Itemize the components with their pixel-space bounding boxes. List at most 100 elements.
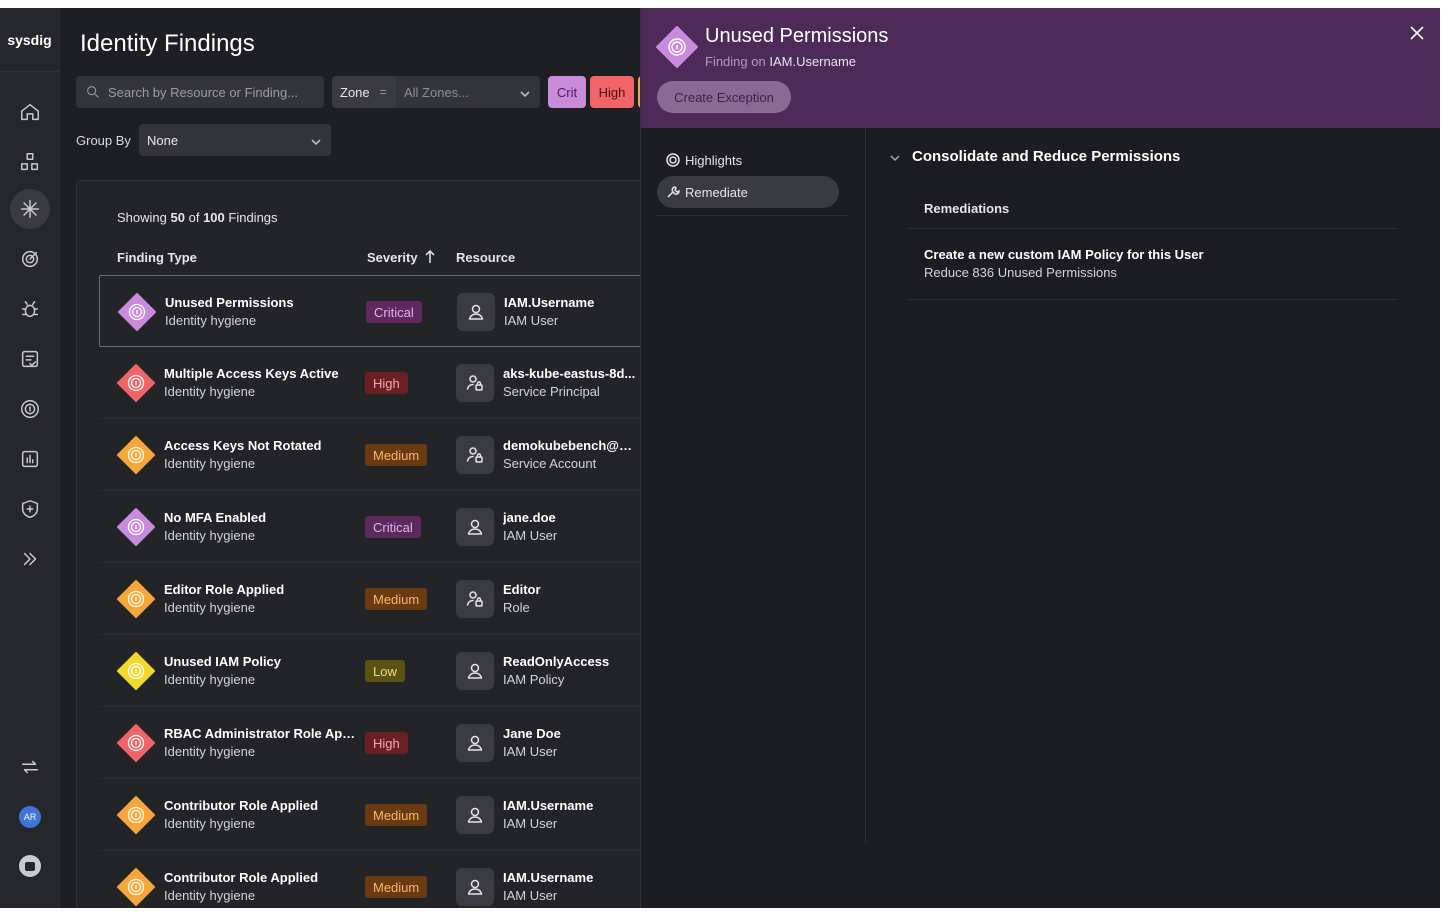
chevron-down-icon[interactable]	[889, 151, 901, 163]
group-by-value: None	[147, 132, 179, 148]
resource-type: IAM User	[503, 528, 558, 543]
resource-type: IAM User	[503, 744, 558, 759]
nav-target-icon[interactable]	[10, 239, 50, 279]
tab-highlights[interactable]: Highlights	[657, 144, 839, 176]
findings-table-panel: Showing 50 of 100 Findings Finding Type …	[76, 180, 679, 908]
tabs-divider	[657, 215, 847, 216]
resource-name: IAM.Username	[503, 870, 594, 885]
zone-value: All Zones...	[404, 84, 470, 100]
severity-badge: Medium	[365, 804, 428, 826]
create-exception-button[interactable]: Create Exception	[657, 81, 791, 113]
table-row[interactable]: Contributor Role Applied Identity hygiene…	[99, 851, 679, 908]
table-row[interactable]: Multiple Access Keys Active Identity hygi…	[99, 347, 679, 419]
severity-chip-high[interactable]: High	[590, 76, 634, 108]
finding-name: No MFA Enabled	[164, 510, 267, 525]
service-icon	[456, 436, 494, 474]
app-window: sysdig AR Identity Findings Search by Re…	[0, 8, 1440, 908]
tab-highlights-label: Highlights	[685, 152, 743, 168]
showing-prefix: Showing	[117, 210, 167, 225]
help-icon[interactable]	[19, 855, 41, 877]
resource-type: IAM Policy	[503, 672, 565, 687]
tab-remediate-label: Remediate	[685, 184, 748, 200]
table-row[interactable]: RBAC Administrator Role Appli... Identity…	[99, 707, 679, 779]
resource-name: aks-kube-eastus-8d...	[503, 366, 636, 381]
table-row[interactable]: Access Keys Not Rotated Identity hygiene M…	[99, 419, 679, 491]
nav-compliance-icon[interactable]	[10, 339, 50, 379]
finding-name: Contributor Role Applied	[164, 870, 319, 885]
nav-identity-icon[interactable]	[10, 389, 50, 429]
resource-type: IAM User	[504, 313, 559, 328]
nav-policies-icon[interactable]	[10, 489, 50, 529]
resource-name: Jane Doe	[503, 726, 561, 741]
showing-total: 100	[203, 210, 225, 225]
search-input[interactable]: Search by Resource or Finding...	[76, 76, 324, 108]
chevron-down-icon	[520, 87, 530, 98]
column-header-finding-type[interactable]: Finding Type	[117, 250, 197, 265]
severity-badge: Low	[365, 660, 405, 682]
remediation-detail: Reduce 836 Unused Permissions	[924, 265, 1117, 280]
finding-name: Access Keys Not Rotated	[164, 438, 322, 453]
severity-chip-critical[interactable]: Crit	[548, 76, 586, 108]
table-row[interactable]: Unused Permissions Identity hygiene Critic…	[99, 275, 679, 347]
finding-name: Multiple Access Keys Active	[164, 366, 339, 381]
resource-name: jane.doe	[503, 510, 556, 525]
nav-reports-icon[interactable]	[10, 439, 50, 479]
fingerprint-icon	[117, 652, 155, 690]
column-header-resource[interactable]: Resource	[456, 250, 515, 265]
sort-ascending-icon	[424, 250, 436, 267]
zone-operator: =	[379, 85, 387, 99]
user-avatar[interactable]: AR	[19, 806, 41, 828]
divider	[908, 228, 1398, 229]
resource-name: IAM.Username	[504, 295, 595, 310]
zone-filter-key[interactable]: Zone =	[332, 76, 396, 108]
fingerprint-icon	[117, 508, 155, 546]
severity-badge: Medium	[365, 588, 428, 610]
fingerprint-icon	[117, 364, 155, 402]
finding-category: Identity hygiene	[164, 528, 256, 543]
sysdig-logo[interactable]: sysdig	[0, 8, 59, 72]
finding-category: Identity hygiene	[164, 384, 256, 399]
section-title[interactable]: Consolidate and Reduce Permissions	[912, 148, 1180, 165]
fingerprint-icon	[118, 293, 156, 331]
resource-type: Role	[503, 600, 530, 615]
tab-remediate[interactable]: Remediate	[657, 176, 839, 208]
remediations-heading: Remediations	[924, 201, 1010, 216]
table-row[interactable]: Editor Role Applied Identity hygiene Mediu…	[99, 563, 679, 635]
column-header-severity[interactable]: Severity	[367, 250, 436, 267]
fingerprint-icon	[117, 580, 155, 618]
drawer-title: Unused Permissions	[705, 25, 889, 47]
severity-badge: High	[365, 732, 408, 754]
close-icon[interactable]	[1409, 25, 1425, 41]
remediation-title: Create a new custom IAM Policy for this …	[924, 247, 1204, 262]
search-placeholder: Search by Resource or Finding...	[108, 84, 299, 100]
search-icon	[87, 86, 99, 98]
finding-detail-drawer: Unused Permissions Finding on IAM.Userna…	[640, 8, 1440, 908]
zone-filter-select[interactable]: All Zones...	[396, 76, 540, 108]
finding-name: Contributor Role Applied	[164, 798, 319, 813]
finding-category: Identity hygiene	[164, 816, 256, 831]
resource-name: demokubebench@m...	[503, 438, 639, 453]
severity-badge: Critical	[366, 301, 422, 323]
nav-findings-icon[interactable]	[10, 189, 50, 229]
finding-category: Identity hygiene	[164, 600, 256, 615]
divider	[908, 299, 1398, 300]
nav-bug-icon[interactable]	[10, 289, 50, 329]
table-row[interactable]: Unused IAM Policy Identity hygiene Low Read…	[99, 635, 679, 707]
resource-name: IAM.Username	[503, 798, 594, 813]
table-row[interactable]: Contributor Role Applied Identity hygiene…	[99, 779, 679, 851]
service-icon	[456, 364, 494, 402]
group-by-select[interactable]: None	[139, 124, 331, 156]
drawer-subtitle-prefix: Finding on	[705, 54, 766, 69]
nav-expand-icon[interactable]	[10, 539, 50, 579]
nav-integrations-icon[interactable]	[10, 747, 50, 787]
resource-type: Service Principal	[503, 384, 600, 399]
table-row[interactable]: No MFA Enabled Identity hygiene Critical ja…	[99, 491, 679, 563]
finding-category: Identity hygiene	[164, 672, 256, 687]
nav-home-icon[interactable]	[10, 92, 50, 132]
results-count: Showing 50 of 100 Findings	[117, 210, 278, 225]
severity-header-label: Severity	[367, 250, 418, 265]
fingerprint-icon	[117, 724, 155, 762]
nav-inventory-icon[interactable]	[10, 142, 50, 182]
resource-type: Service Account	[503, 456, 597, 471]
severity-badge: Medium	[365, 444, 428, 466]
